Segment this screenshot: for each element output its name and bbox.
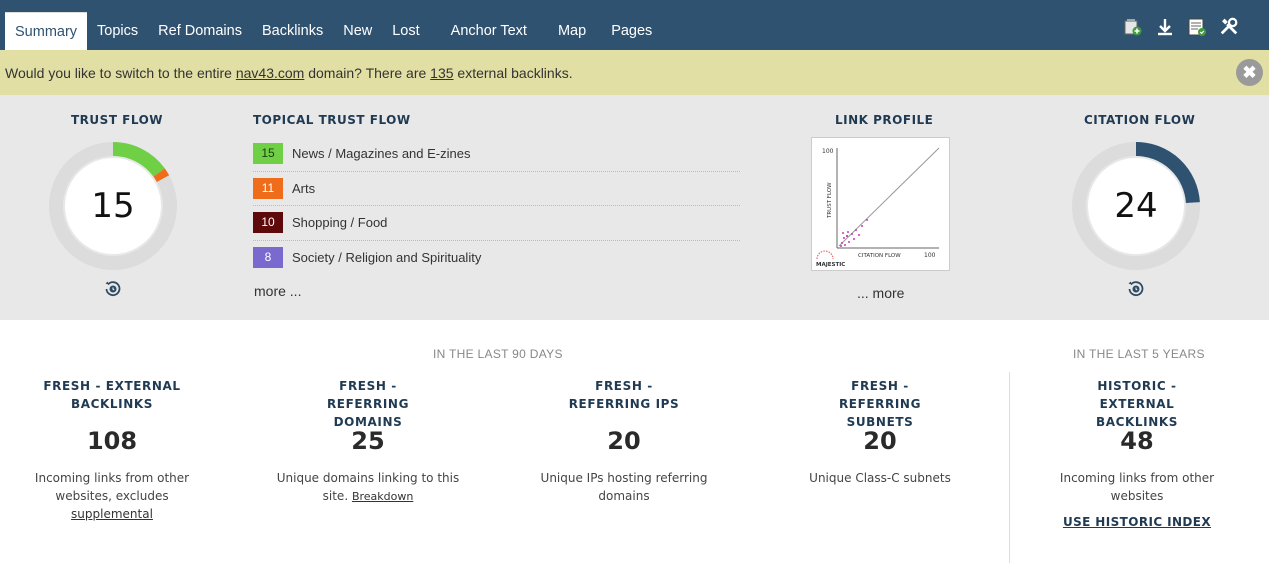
- y-axis-label: TRUST FLOW: [827, 182, 833, 219]
- banner-text-before: Would you like to switch to the entire: [5, 65, 236, 81]
- stat-description-text: Incoming links from other websites, excl…: [34, 471, 190, 503]
- stat-description: Unique Class-C subnets: [809, 471, 951, 485]
- stat-title: FRESH - REFERRING SUBNETS: [838, 379, 922, 429]
- period-label-historic: IN THE LAST 5 YEARS: [1073, 347, 1205, 361]
- tab-summary[interactable]: Summary: [5, 12, 88, 50]
- diagonal-line: [838, 147, 940, 247]
- breakdown-link[interactable]: Breakdown: [352, 490, 413, 503]
- stat-fresh-external-backlinks: FRESH - EXTERNAL BACKLINKS 108 Incoming …: [0, 377, 227, 523]
- stat-description: Unique domains linking to this site. Bre…: [253, 469, 483, 506]
- banner-text-middle: domain? There are: [304, 65, 431, 81]
- majestic-logo: MAJESTIC: [816, 262, 845, 268]
- tab-ref-domains[interactable]: Ref Domains: [148, 12, 252, 50]
- backlink-count-link[interactable]: 135: [430, 65, 453, 81]
- topic-label: Shopping / Food: [292, 215, 388, 231]
- tab-pages[interactable]: Pages: [597, 12, 663, 50]
- stat-value: 20: [607, 427, 641, 455]
- switch-domain-banner: Would you like to switch to the entire n…: [0, 50, 1269, 95]
- stat-value: 108: [86, 427, 138, 455]
- topics-more-link[interactable]: more ...: [254, 283, 301, 299]
- scatter-points: [840, 219, 868, 247]
- topic-label: Society / Religion and Spirituality: [292, 250, 482, 266]
- topic-label: Arts: [292, 180, 316, 196]
- topic-score-badge: 10: [253, 212, 283, 234]
- download-icon[interactable]: [1155, 16, 1175, 38]
- banner-message: Would you like to switch to the entire n…: [5, 65, 573, 81]
- stat-historic-external-backlinks: HISTORIC - EXTERNAL BACKLINKS 48 Incomin…: [1022, 377, 1252, 530]
- topic-row[interactable]: 15 News / Magazines and E-zines: [253, 137, 740, 172]
- stat-value: 20: [863, 427, 897, 455]
- tab-bar: Summary Topics Ref Domains Backlinks New…: [5, 12, 663, 50]
- trust-flow-value: 15: [91, 186, 135, 226]
- stat-fresh-referring-subnets: FRESH - REFERRING SUBNETS 20 Unique Clas…: [765, 377, 995, 487]
- banner-text-after: external backlinks.: [453, 65, 573, 81]
- stat-description: Incoming links from other websites: [1059, 471, 1215, 503]
- topical-trust-flow-list: 15 News / Magazines and E-zines 11 Arts …: [253, 137, 740, 275]
- stat-description: Unique IPs hosting referring domains: [540, 471, 708, 503]
- toolbar: [1123, 16, 1239, 38]
- tab-backlinks[interactable]: Backlinks: [252, 12, 333, 50]
- stat-title: FRESH - REFERRING IPS: [568, 379, 680, 411]
- top-navigation: Summary Topics Ref Domains Backlinks New…: [0, 0, 1269, 50]
- close-icon[interactable]: ✖: [1236, 59, 1263, 86]
- topic-score-badge: 8: [253, 247, 283, 269]
- topic-row[interactable]: 11 Arts: [253, 172, 740, 206]
- citation-flow-history-icon[interactable]: [1127, 280, 1145, 298]
- citation-flow-value: 24: [1114, 186, 1158, 226]
- tab-topics[interactable]: Topics: [87, 12, 148, 50]
- topic-row[interactable]: 8 Society / Religion and Spirituality: [253, 241, 740, 276]
- link-profile-title: LINK PROFILE: [835, 113, 934, 127]
- link-profile-more-link[interactable]: ... more: [857, 285, 904, 301]
- topic-row[interactable]: 10 Shopping / Food: [253, 206, 740, 241]
- period-label-recent: IN THE LAST 90 DAYS: [433, 347, 563, 361]
- majestic-logo-mark: [816, 250, 834, 260]
- link-profile-plot: 100 TRUST FLOW CITATION FLOW 100 MAJESTI…: [816, 147, 940, 268]
- stat-title: FRESH - EXTERNAL BACKLINKS: [43, 379, 181, 411]
- trust-flow-history-icon[interactable]: [104, 280, 122, 298]
- tab-new[interactable]: New: [333, 12, 382, 50]
- add-to-bucket-icon[interactable]: [1123, 16, 1143, 38]
- citation-flow-dial: 24: [1071, 141, 1201, 271]
- period-divider: [1009, 372, 1010, 563]
- link-profile-chart[interactable]: 100 TRUST FLOW CITATION FLOW 100 MAJESTI…: [811, 137, 950, 271]
- domain-link[interactable]: nav43.com: [236, 65, 304, 81]
- stat-description: Incoming links from other websites, excl…: [0, 469, 227, 523]
- report-icon[interactable]: [1187, 16, 1207, 38]
- stat-value: 25: [351, 427, 385, 455]
- supplemental-link[interactable]: supplemental: [71, 507, 153, 521]
- stat-title: HISTORIC - EXTERNAL BACKLINKS: [1095, 379, 1179, 429]
- citation-flow-title: CITATION FLOW: [1084, 113, 1196, 127]
- stat-fresh-referring-ips: FRESH - REFERRING IPS 20 Unique IPs host…: [509, 377, 739, 505]
- tools-icon[interactable]: [1219, 16, 1239, 38]
- stat-title: FRESH - REFERRING DOMAINS: [326, 379, 410, 429]
- trust-flow-title: TRUST FLOW: [71, 113, 164, 127]
- x-axis-label: CITATION FLOW: [858, 253, 901, 259]
- y-max-label: 100: [822, 148, 834, 155]
- tab-lost[interactable]: Lost: [382, 12, 429, 50]
- use-historic-index-link[interactable]: USE HISTORIC INDEX: [1063, 515, 1211, 529]
- topic-score-badge: 15: [253, 143, 283, 165]
- stat-fresh-referring-domains: FRESH - REFERRING DOMAINS 25 Unique doma…: [253, 377, 483, 506]
- topic-score-badge: 11: [253, 177, 283, 199]
- trust-flow-dial: 15: [48, 141, 178, 271]
- topic-label: News / Magazines and E-zines: [292, 146, 471, 162]
- stat-value: 48: [1120, 427, 1154, 455]
- x-max-label: 100: [924, 252, 936, 259]
- tab-anchor-text[interactable]: Anchor Text: [430, 12, 538, 50]
- topical-trust-flow-title: TOPICAL TRUST FLOW: [253, 113, 411, 127]
- tab-map[interactable]: Map: [538, 12, 597, 50]
